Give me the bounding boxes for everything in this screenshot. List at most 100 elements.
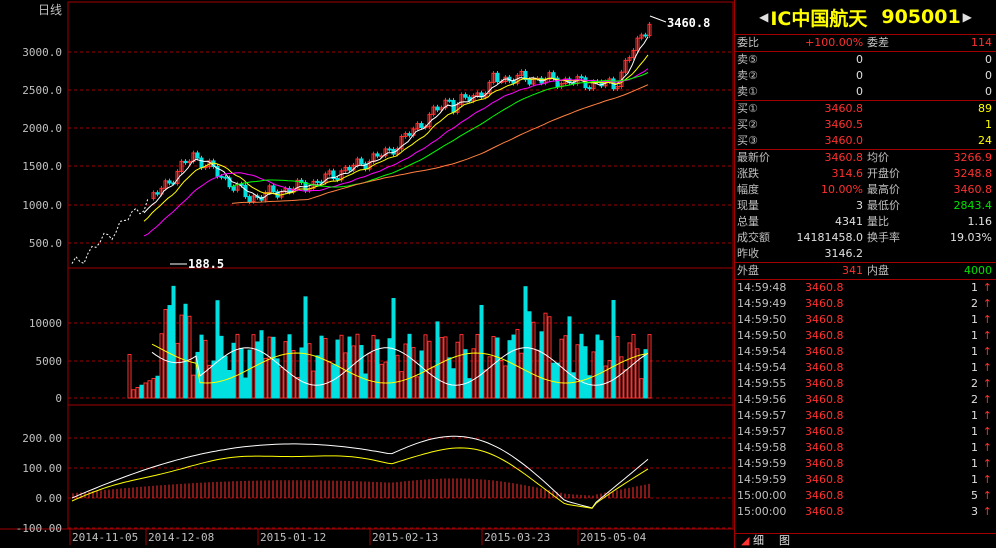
volume-bar	[503, 365, 508, 399]
tick-up-arrow-icon: ↑	[982, 441, 992, 454]
ask-row[interactable]: 卖⑤ 0 0	[735, 52, 996, 68]
amount-label: 成交额	[737, 231, 770, 244]
volume-bar	[395, 354, 400, 399]
tab-detail[interactable]: 细	[753, 535, 764, 547]
tick-row[interactable]: 14:59:48 3460.8 1 ↑	[735, 280, 996, 296]
volume-bar	[199, 334, 204, 399]
ratio-label: 量比	[867, 215, 889, 228]
tick-time: 15:00:00	[737, 505, 787, 518]
tick-row[interactable]: 14:59:56 3460.8 2 ↑	[735, 392, 996, 408]
tick-row[interactable]: 14:59:57 3460.8 1 ↑	[735, 424, 996, 440]
bid-row[interactable]: 买① 3460.8 89	[735, 101, 996, 117]
tick-row[interactable]: 14:59:55 3460.8 2 ↑	[735, 376, 996, 392]
moving-average-line	[231, 84, 649, 204]
candle-body	[495, 72, 500, 83]
bid-row[interactable]: 买③ 3460.0 24	[735, 133, 996, 149]
tick-row[interactable]: 14:59:50 3460.8 1 ↑	[735, 328, 996, 344]
volume-axis-tick: 5000	[36, 355, 63, 368]
volume-bar	[323, 337, 328, 399]
tick-row[interactable]: 15:00:00 3460.8 3 ↑	[735, 504, 996, 520]
high-price-label: 3460.8	[667, 16, 710, 30]
bid-volume: 24	[978, 134, 992, 147]
ask-volume: 0	[985, 69, 992, 82]
next-instrument-icon[interactable]: ▶	[963, 10, 972, 24]
tick-row[interactable]: 14:59:54 3460.8 1 ↑	[735, 360, 996, 376]
volume-bar	[279, 367, 284, 399]
volume-bar	[575, 344, 580, 399]
volume-bar	[211, 360, 216, 399]
kline-chart-svg[interactable]: 日线 3000.0 2500.0 2000.0 1500.0 1000.0 500.0 100…	[0, 0, 734, 548]
quote-panel: ◀ IC中国航天 905001 ▶ 委比 +100.00% 委差 114 卖⑤ …	[734, 0, 996, 548]
volume-bar	[447, 357, 452, 399]
bid-volume: 89	[978, 102, 992, 115]
tab-chart[interactable]: 图	[779, 535, 790, 547]
tick-row[interactable]: 14:59:59 3460.8 1 ↑	[735, 456, 996, 472]
tick-price: 3460.8	[805, 329, 844, 342]
date-axis-tick: 2015-03-23	[484, 531, 550, 544]
ask-row[interactable]: 卖① 0 0	[735, 84, 996, 100]
volume-bar	[267, 336, 272, 399]
macd-dea-line	[71, 447, 649, 509]
candle-body	[435, 106, 440, 111]
tick-row[interactable]: 14:59:58 3460.8 1 ↑	[735, 440, 996, 456]
volume-bar	[331, 364, 336, 399]
volume-bar	[143, 382, 148, 399]
tick-time: 14:59:49	[737, 297, 787, 310]
amount-value: 14181458.0	[796, 231, 863, 244]
ask-row[interactable]: 卖② 0 0	[735, 68, 996, 84]
volume-bar	[287, 334, 292, 399]
volume-axis-tick: 10000	[29, 317, 62, 330]
volume-bar	[631, 333, 636, 399]
date-axis-tick: 2014-11-05	[72, 531, 138, 544]
tick-row[interactable]: 14:59:54 3460.8 1 ↑	[735, 344, 996, 360]
volume-bar	[247, 349, 252, 399]
candle-body	[387, 148, 392, 151]
tick-row[interactable]: 14:59:49 3460.8 2 ↑	[735, 296, 996, 312]
tick-row[interactable]: 14:59:50 3460.8 1 ↑	[735, 312, 996, 328]
volume-bar	[531, 321, 536, 399]
tick-price: 3460.8	[805, 505, 844, 518]
macd-axis-tick: 0.00	[36, 492, 63, 505]
tick-price: 3460.8	[805, 297, 844, 310]
weibi-label: 委比	[737, 36, 759, 49]
prev-instrument-icon[interactable]: ◀	[759, 10, 768, 24]
volume-bar	[439, 337, 444, 399]
candle-body	[219, 175, 224, 178]
volume-bar	[167, 305, 172, 399]
macd-axis-tick: 200.00	[22, 432, 62, 445]
tick-row[interactable]: 14:59:57 3460.8 1 ↑	[735, 408, 996, 424]
candle-body	[359, 158, 364, 165]
tick-row[interactable]: 14:59:59 3460.8 1 ↑	[735, 472, 996, 488]
tick-up-arrow-icon: ↑	[982, 377, 992, 390]
ask-price: 0	[856, 53, 863, 66]
volume-bar	[563, 335, 568, 399]
candle-body	[551, 72, 556, 79]
volume-bar	[371, 334, 376, 399]
volume-bar	[227, 370, 232, 399]
stats-section: 最新价 3460.8 均价 3266.9 涨跌 314.6 开盘价 3248.8…	[735, 150, 996, 263]
volume-bar	[319, 335, 324, 399]
volume-bar	[307, 343, 312, 399]
tick-volume: 5	[971, 489, 978, 502]
volume-bar	[363, 373, 368, 399]
volume-bar	[383, 361, 388, 399]
candle-body	[579, 76, 584, 79]
tick-price: 3460.8	[805, 489, 844, 502]
candle-body	[463, 94, 468, 98]
bid-row[interactable]: 买② 3460.5 1	[735, 117, 996, 133]
totvol-value: 4341	[835, 215, 863, 228]
volume-bar	[591, 351, 596, 399]
volume-bar	[351, 345, 356, 399]
tick-volume: 1	[971, 361, 978, 374]
kline-chart-area[interactable]: 日线 3000.0 2500.0 2000.0 1500.0 1000.0 500.0 100…	[0, 0, 734, 548]
tick-row[interactable]: 15:00:00 3460.8 5 ↑	[735, 488, 996, 504]
volume-bar	[551, 362, 556, 399]
tick-list[interactable]: 14:59:48 3460.8 1 ↑ 14:59:49 3460.8 2 ↑ 14:59:50…	[735, 280, 996, 520]
tick-up-arrow-icon: ↑	[982, 393, 992, 406]
volume-bar	[507, 340, 512, 399]
volume-bar	[207, 364, 212, 399]
date-axis-tick: 2015-02-13	[372, 531, 438, 544]
price-axis-tick: 1500.0	[22, 160, 62, 173]
tick-price: 3460.8	[805, 281, 844, 294]
volume-bar	[291, 350, 296, 399]
